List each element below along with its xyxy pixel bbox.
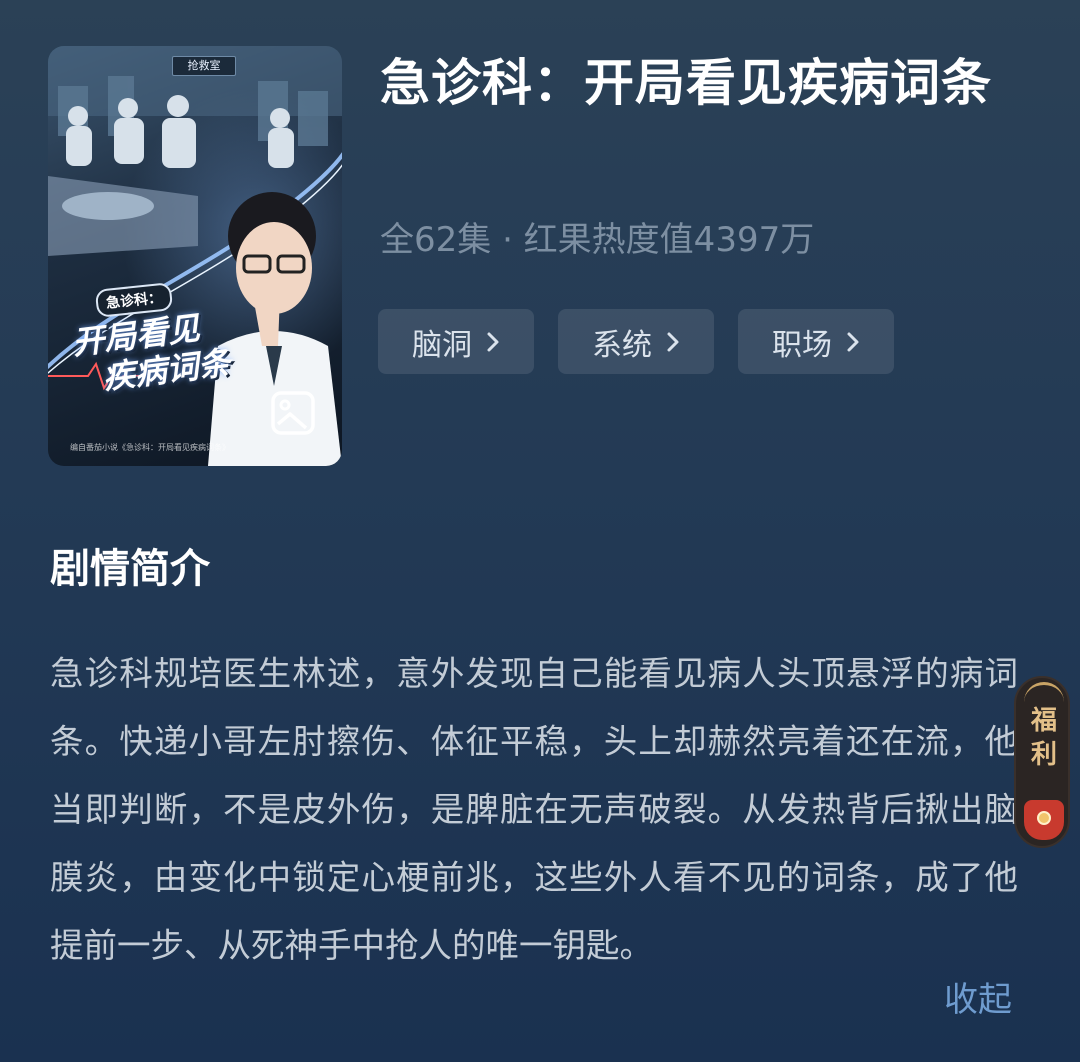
coin-icon: [1037, 811, 1051, 825]
welfare-widget[interactable]: 福 利: [1014, 676, 1070, 848]
welfare-label: 福 利: [1016, 704, 1072, 772]
synopsis-heading: 剧情简介: [50, 546, 210, 592]
synopsis-text: 急诊科规培医生林述，意外发现自己能看见病人头顶悬浮的病词条。快递小哥左肘擦伤、体…: [50, 654, 1018, 965]
tag-label: 职场: [772, 327, 832, 363]
tag-system[interactable]: 系统: [558, 309, 714, 374]
red-envelope-icon: [1024, 800, 1064, 840]
poster-sign: 抢救室: [172, 56, 236, 76]
chevron-right-icon: [847, 332, 859, 351]
poster-credit: 编自番茄小说《急诊科：开局看见疾病词条》: [70, 443, 230, 452]
tag-label: 系统: [592, 327, 652, 363]
tag-brain-hole[interactable]: 脑洞: [378, 309, 534, 374]
collapse-button[interactable]: 收起: [944, 972, 1012, 1021]
drama-meta: 全62集 · 红果热度值4397万: [380, 220, 815, 260]
chevron-right-icon: [667, 332, 679, 351]
tag-label: 脑洞: [412, 327, 472, 363]
drama-title: 急诊科：开局看见疾病词条: [380, 54, 992, 112]
chevron-right-icon: [487, 332, 499, 351]
welfare-char-1: 福: [1030, 706, 1057, 736]
welfare-char-2: 利: [1030, 740, 1057, 770]
tag-workplace[interactable]: 职场: [738, 309, 894, 374]
image-icon[interactable]: [270, 390, 316, 436]
